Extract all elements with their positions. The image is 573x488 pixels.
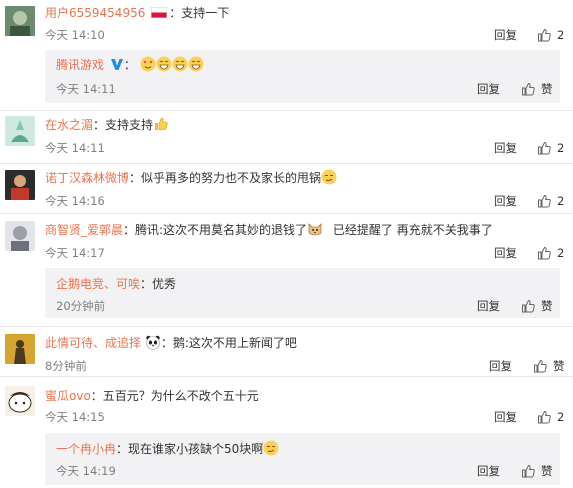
thumbs-up-icon	[538, 28, 551, 42]
comment-item: 蜜瓜ovo：五百元？为什么不改个五十元 今天 14:15 回复 2	[0, 376, 573, 426]
like-button[interactable]: 赞	[521, 81, 553, 97]
reply-item: 企鹅电竞、可唉：优秀 20分钟前 回复 赞	[45, 268, 560, 318]
avatar[interactable]	[5, 221, 35, 251]
reply-button[interactable]: 回复	[489, 358, 512, 374]
comment-username[interactable]: 企鹅电竞、可唉	[56, 277, 140, 291]
reply-button[interactable]: 回复	[494, 140, 517, 156]
like-button[interactable]: 2	[537, 245, 564, 261]
panda-face-icon	[145, 335, 161, 350]
like-button[interactable]: 2	[537, 409, 564, 425]
like-label: 赞	[541, 299, 553, 313]
comment-time: 今天 14:10	[45, 28, 105, 42]
thumbs-up-icon	[522, 299, 535, 313]
like-count: 2	[557, 410, 565, 424]
reply-button[interactable]: 回复	[477, 81, 500, 97]
thumbs-up-icon	[538, 141, 551, 155]
cat-face-icon	[307, 223, 323, 237]
grin-face-icon	[188, 56, 204, 72]
comment-username[interactable]: 商智贤_爱郭晨	[45, 223, 123, 237]
reply-button[interactable]: 回复	[494, 27, 517, 43]
grin-face-icon	[172, 56, 188, 72]
avatar[interactable]	[5, 116, 35, 146]
like-button[interactable]: 赞	[533, 358, 565, 374]
grin-face-icon	[156, 56, 172, 72]
like-button[interactable]: 赞	[521, 298, 553, 314]
thumbs-up-icon	[522, 82, 535, 96]
avatar[interactable]	[5, 6, 35, 36]
thumbs-up-icon	[538, 194, 551, 208]
comment-time: 8分钟前	[45, 359, 87, 373]
comment-text: ：五百元？为什么不改个五十元	[90, 389, 259, 403]
comment-item: 此情可待、成追择 ：鹅:这次不用上新闻了吧 8分钟前 回复 赞	[0, 326, 573, 376]
like-button[interactable]: 2	[537, 193, 564, 209]
thumbs-up-icon	[534, 359, 547, 373]
comment-username[interactable]: 腾讯游戏	[56, 58, 104, 72]
comment-time: 20分钟前	[56, 299, 106, 313]
avatar[interactable]	[5, 170, 35, 200]
comment-time: 今天 14:11	[56, 82, 116, 96]
comment-item: 用户6559454956 ：支持一下 今天 14:10 回复 2	[0, 0, 573, 52]
comment-text: ：鹅:这次不用上新闻了吧	[160, 336, 297, 350]
reply-button[interactable]: 回复	[494, 193, 517, 209]
comment-text: ：腾讯:这次不用莫名其妙的退钱了	[123, 223, 308, 237]
like-label: 赞	[553, 359, 565, 373]
comment-username[interactable]: 诺丁汉森林微博	[45, 171, 129, 185]
comment-text-continued: 已经提醒了 再充就不关我事了	[332, 223, 493, 237]
thumbs-up-emoji-icon	[153, 117, 169, 132]
comment-text: ：优秀	[140, 277, 177, 291]
comment-text: ：支持一下	[169, 6, 230, 20]
poland-flag-icon	[149, 6, 169, 20]
reply-button[interactable]: 回复	[477, 463, 500, 479]
comment-item: 诺丁汉森林微博：似乎再多的努力也不及家长的甩锅 今天 14:16 回复 2	[0, 163, 573, 213]
like-button[interactable]: 赞	[521, 463, 553, 479]
comment-item: 商智贤_爱郭晨：腾讯:这次不用莫名其妙的退钱了 已经提醒了 再充就不关我事了 今…	[0, 213, 573, 263]
verified-badge-icon	[108, 58, 124, 72]
reply-button[interactable]: 回复	[494, 245, 517, 261]
comment-text: ：似乎再多的努力也不及家长的甩锅	[129, 171, 322, 185]
thumbs-up-icon	[538, 410, 551, 424]
comment-time: 今天 14:19	[56, 464, 116, 478]
comment-time: 今天 14:16	[45, 194, 105, 208]
comment-text: ：现在谁家小孩缺个50块啊	[116, 442, 264, 456]
like-button[interactable]: 2	[537, 27, 564, 43]
thumbs-up-icon	[522, 464, 535, 478]
avatar[interactable]	[5, 386, 35, 416]
comment-text: ：支持支持	[93, 118, 154, 132]
like-count: 2	[557, 246, 565, 260]
reply-item: 一个冉小冉：现在谁家小孩缺个50块啊 今天 14:19 回复 赞	[45, 433, 560, 485]
like-button[interactable]: 2	[537, 140, 564, 156]
love-face-icon	[140, 56, 156, 72]
smirk-face-icon	[321, 169, 337, 185]
comment-time: 今天 14:17	[45, 246, 105, 260]
comment-username[interactable]: 一个冉小冉	[56, 442, 116, 456]
comment-time: 今天 14:11	[45, 141, 105, 155]
like-label: 赞	[541, 82, 553, 96]
like-count: 2	[557, 141, 565, 155]
like-label: 赞	[541, 464, 553, 478]
comment-username[interactable]: 此情可待、成追择	[45, 336, 141, 350]
comment-username[interactable]: 蜜瓜ovo	[45, 389, 91, 403]
like-count: 2	[557, 28, 565, 42]
smirk-face-icon	[263, 440, 279, 456]
comment-text: ：	[123, 58, 136, 72]
thumbs-up-icon	[538, 246, 551, 260]
reply-button[interactable]: 回复	[494, 409, 517, 425]
like-count: 2	[557, 194, 565, 208]
comment-username[interactable]: 用户6559454956	[45, 6, 145, 20]
reply-button[interactable]: 回复	[477, 298, 500, 314]
comment-item: 在水之湄：支持支持 今天 14:11 回复 2	[0, 110, 573, 163]
reply-item: 腾讯游戏 ： 今天 14:11 回复 赞	[45, 50, 560, 103]
comment-username[interactable]: 在水之湄	[45, 118, 93, 132]
comment-time: 今天 14:15	[45, 410, 105, 424]
avatar[interactable]	[5, 334, 35, 364]
